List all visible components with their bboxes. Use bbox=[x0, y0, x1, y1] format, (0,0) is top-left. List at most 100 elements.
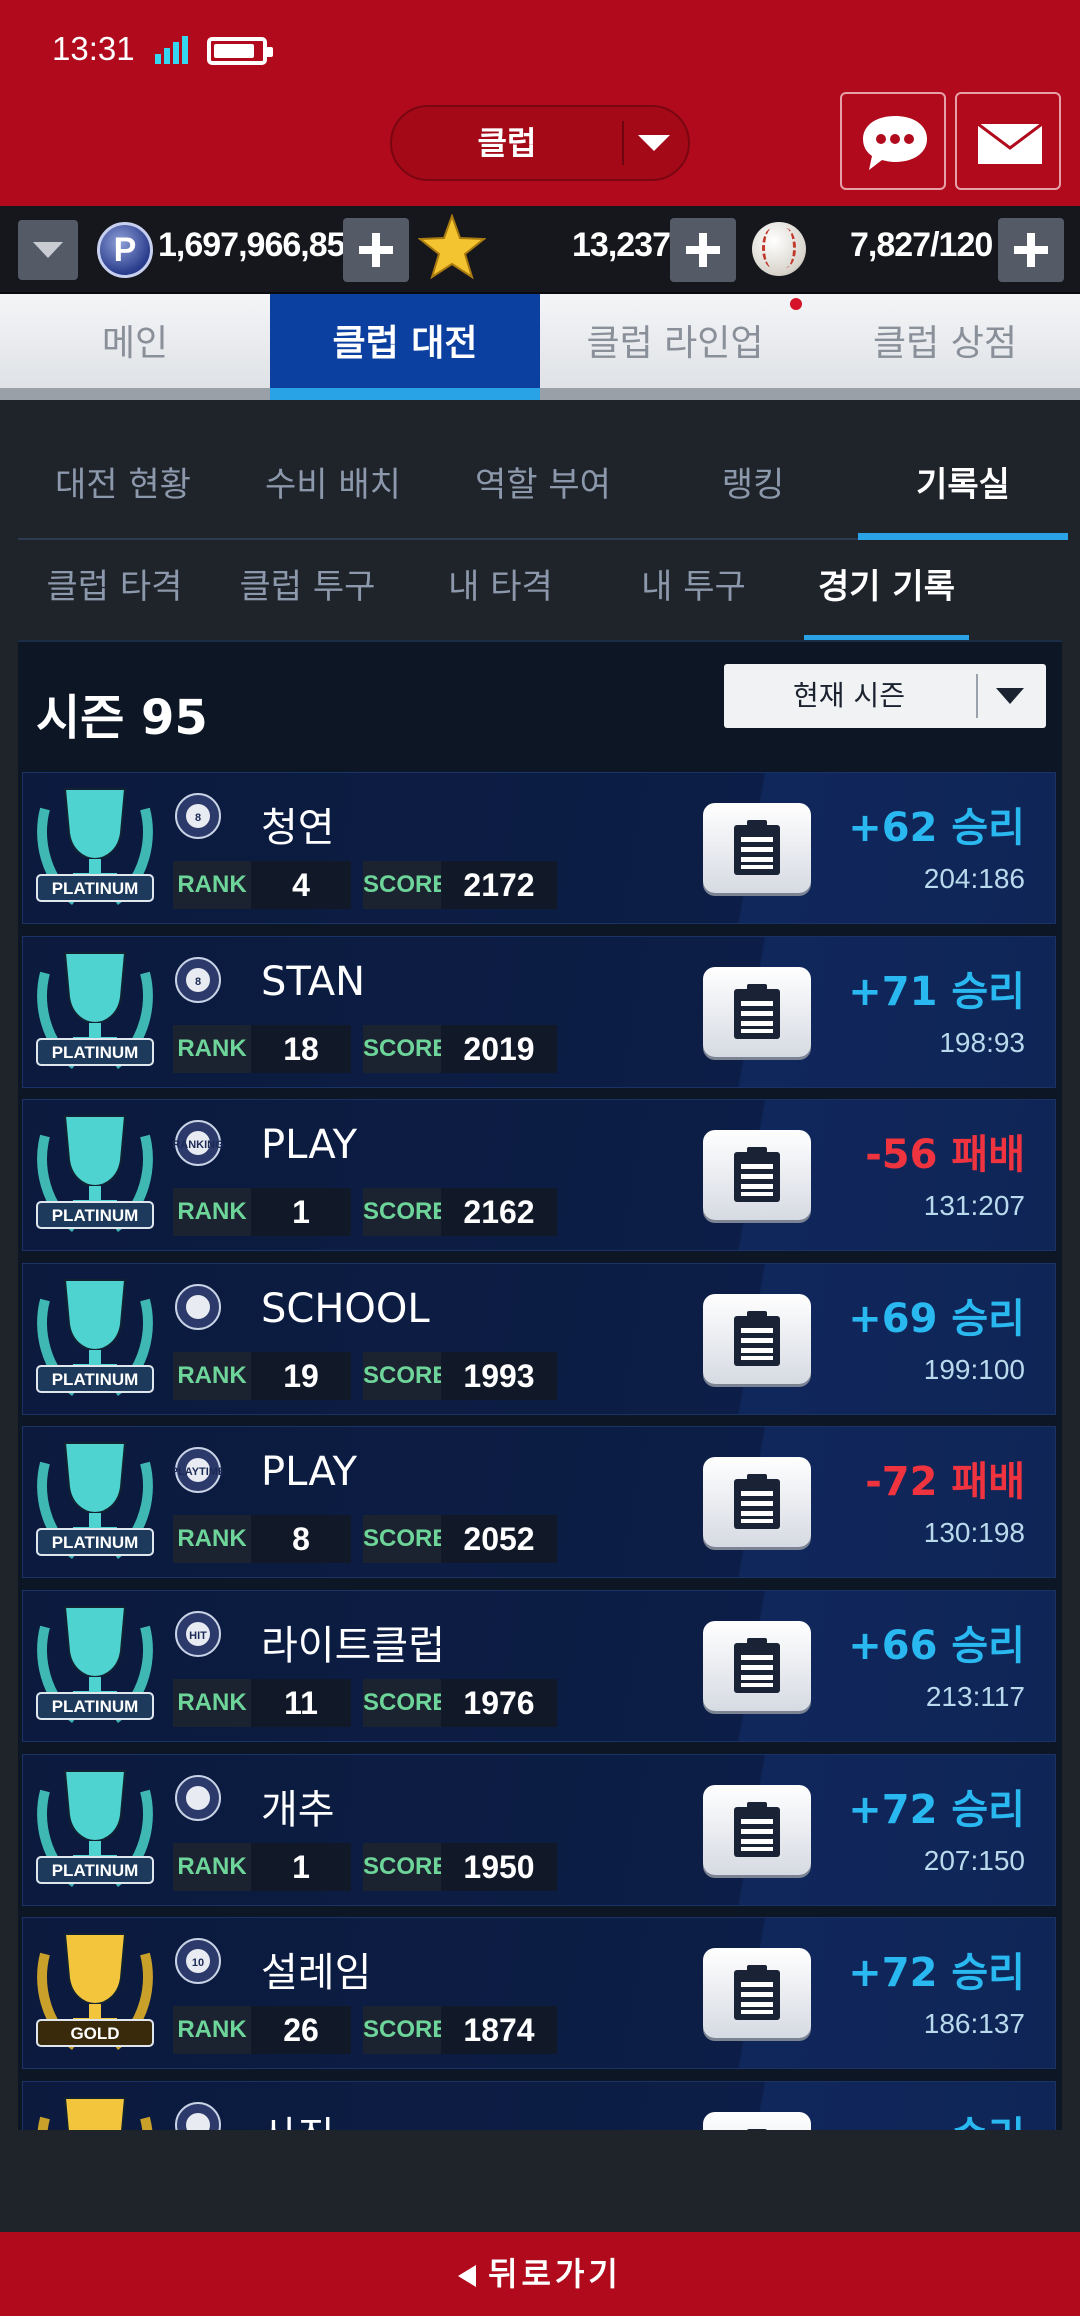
rank-value: 11 bbox=[251, 1678, 351, 1727]
tab-main[interactable]: 메인 bbox=[0, 294, 270, 388]
mail-envelope-icon bbox=[977, 122, 1043, 164]
rank-label: RANK bbox=[173, 1842, 251, 1891]
chevron-down-icon bbox=[996, 688, 1024, 704]
add-balls-button[interactable] bbox=[998, 218, 1064, 282]
game-log-button[interactable] bbox=[703, 803, 811, 893]
tab-ranking[interactable]: 랭킹 bbox=[648, 442, 858, 538]
clipboard-icon bbox=[734, 1801, 780, 1857]
game-log-button[interactable] bbox=[703, 1948, 811, 2039]
tier-badge-icon: PLATINUM bbox=[36, 788, 154, 906]
season-dropdown[interactable]: 현재 시즌 bbox=[724, 664, 1046, 728]
sub-tabs: 대전 현황 수비 배치 역할 부여 랭킹 기록실 bbox=[18, 442, 1068, 540]
tab-club-batting[interactable]: 클럽 타격 bbox=[18, 544, 211, 642]
rank-label: RANK bbox=[173, 1188, 251, 1237]
club-emblem-label: 8 bbox=[195, 976, 201, 988]
currency-bar: P 1,697,966,851 13,237 7,827/120 bbox=[0, 206, 1080, 294]
clipboard-icon bbox=[734, 820, 780, 875]
season-dropdown-label: 현재 시즌 bbox=[793, 679, 905, 712]
tier-badge-label: PLATINUM bbox=[52, 1206, 139, 1225]
club-emblem-icon: 8 bbox=[175, 956, 221, 1003]
back-button[interactable]: 뒤로가기 bbox=[0, 2232, 1080, 2316]
match-result: +72 승리 bbox=[848, 1950, 1025, 1997]
currency-dropdown-button[interactable] bbox=[18, 220, 78, 280]
club-emblem-label: RANKING bbox=[173, 1139, 223, 1151]
club-name: 설레임 bbox=[261, 1950, 372, 1997]
record-row: PLATINUM RANKING PLAY RANK 1 SCORE 2162 -56 패배 1… bbox=[22, 1099, 1056, 1252]
tab-records-room[interactable]: 기록실 bbox=[858, 442, 1068, 540]
club-emblem-icon: PLAYTIME bbox=[173, 1447, 223, 1494]
rank-value: 26 bbox=[251, 2006, 351, 2055]
tab-my-batting[interactable]: 내 타격 bbox=[404, 544, 597, 642]
club-name: 사진 bbox=[261, 2104, 335, 2130]
tier-badge-icon: PLATINUM bbox=[36, 1278, 154, 1396]
club-name: 개추 bbox=[261, 1786, 335, 1833]
club-name: PLAY bbox=[261, 1122, 358, 1169]
score-label: SCORE bbox=[363, 861, 448, 909]
rank-label: RANK bbox=[173, 2006, 251, 2055]
tab-battle-status[interactable]: 대전 현황 bbox=[18, 442, 228, 538]
club-emblem-label: PLAYTIME bbox=[173, 1466, 223, 1478]
tier-badge-icon: PLATINUM bbox=[36, 1769, 154, 1887]
game-log-button[interactable] bbox=[703, 966, 811, 1057]
match-result: 승리 bbox=[951, 2104, 1025, 2130]
game-log-button[interactable] bbox=[703, 2111, 811, 2130]
tier-badge-label: PLATINUM bbox=[52, 1697, 139, 1716]
match-result: +69 승리 bbox=[848, 1295, 1025, 1342]
score-value: 2052 bbox=[441, 1515, 557, 1564]
balls-value: 7,827/120 bbox=[850, 226, 993, 264]
back-label: 뒤로가기 bbox=[488, 2255, 622, 2293]
tab-club-pitching[interactable]: 클럽 투구 bbox=[211, 544, 404, 642]
club-emblem-icon: 8 bbox=[175, 793, 221, 839]
tab-defense-position[interactable]: 수비 배치 bbox=[228, 442, 438, 538]
game-log-button[interactable] bbox=[703, 1784, 811, 1875]
tier-badge-label: PLATINUM bbox=[52, 1533, 139, 1552]
rank-value: 1 bbox=[251, 1842, 351, 1891]
tab-club-shop[interactable]: 클럽 상점 bbox=[810, 294, 1080, 388]
club-name: STAN bbox=[261, 958, 366, 1005]
tier-badge-label: PLATINUM bbox=[52, 879, 139, 898]
rank-value: 1 bbox=[251, 1188, 351, 1237]
clipboard-icon bbox=[734, 1637, 780, 1693]
game-log-button[interactable] bbox=[703, 1620, 811, 1711]
club-dropdown[interactable]: 클럽 bbox=[390, 105, 690, 181]
mail-button[interactable] bbox=[955, 92, 1061, 190]
chat-button[interactable] bbox=[840, 92, 946, 190]
match-score: 186:137 bbox=[923, 2008, 1025, 2040]
tab-my-pitching[interactable]: 내 투구 bbox=[597, 544, 790, 642]
match-result: +66 승리 bbox=[848, 1622, 1025, 1669]
club-emblem-icon bbox=[175, 2101, 221, 2130]
season-title: 시즌 95 bbox=[36, 690, 208, 746]
game-log-button[interactable] bbox=[703, 1130, 811, 1221]
match-score: 213:117 bbox=[925, 1680, 1025, 1712]
score-value: 2019 bbox=[441, 1024, 557, 1073]
tab-club-battle[interactable]: 클럽 대전 bbox=[270, 294, 540, 400]
score-label: SCORE bbox=[363, 1024, 448, 1073]
add-points-button[interactable] bbox=[343, 218, 409, 282]
score-value: 1993 bbox=[441, 1351, 557, 1400]
add-stars-button[interactable] bbox=[670, 218, 736, 282]
game-log-button[interactable] bbox=[703, 1293, 811, 1384]
score-label: SCORE bbox=[363, 1515, 448, 1564]
game-records-panel: 시즌 95 현재 시즌 PLATINUM 8 청연 RANK 4 SCORE 2172 +62… bbox=[18, 640, 1062, 2130]
match-score: 131:207 bbox=[923, 1190, 1025, 1222]
tab-role-assign[interactable]: 역할 부여 bbox=[438, 442, 648, 538]
app-root: 13:31 클럽 P 1,697,966,851 13,237 7,827/12… bbox=[0, 0, 1080, 2316]
records-list: PLATINUM 8 청연 RANK 4 SCORE 2172 +62 승리 204:186 PL… bbox=[22, 772, 1058, 2130]
rank-label: RANK bbox=[173, 1024, 251, 1073]
game-log-button[interactable] bbox=[703, 1457, 811, 1548]
club-emblem-icon: HIT bbox=[175, 1610, 221, 1657]
record-row: PLATINUM PLAYTIME PLAY RANK 8 SCORE 2052 -72 패배… bbox=[22, 1426, 1056, 1579]
score-value: 1976 bbox=[441, 1678, 557, 1727]
tier-badge-icon: PLATINUM bbox=[36, 1605, 154, 1723]
rank-label: RANK bbox=[173, 861, 251, 909]
stars-value: 13,237 bbox=[572, 226, 671, 264]
match-score: 199:100 bbox=[923, 1353, 1025, 1385]
notification-dot bbox=[790, 298, 802, 310]
tab-game-records[interactable]: 경기 기록 bbox=[790, 544, 983, 642]
rank-value: 18 bbox=[251, 1024, 351, 1073]
tab-club-lineup[interactable]: 클럽 라인업 bbox=[540, 294, 810, 388]
club-dropdown-label: 클럽 bbox=[477, 124, 537, 162]
tier-badge-label: GOLD bbox=[70, 2024, 119, 2043]
record-row: PLATINUM 8 STAN RANK 18 SCORE 2019 +71 승리 198:93 bbox=[22, 935, 1056, 1088]
battery-icon bbox=[207, 37, 273, 65]
